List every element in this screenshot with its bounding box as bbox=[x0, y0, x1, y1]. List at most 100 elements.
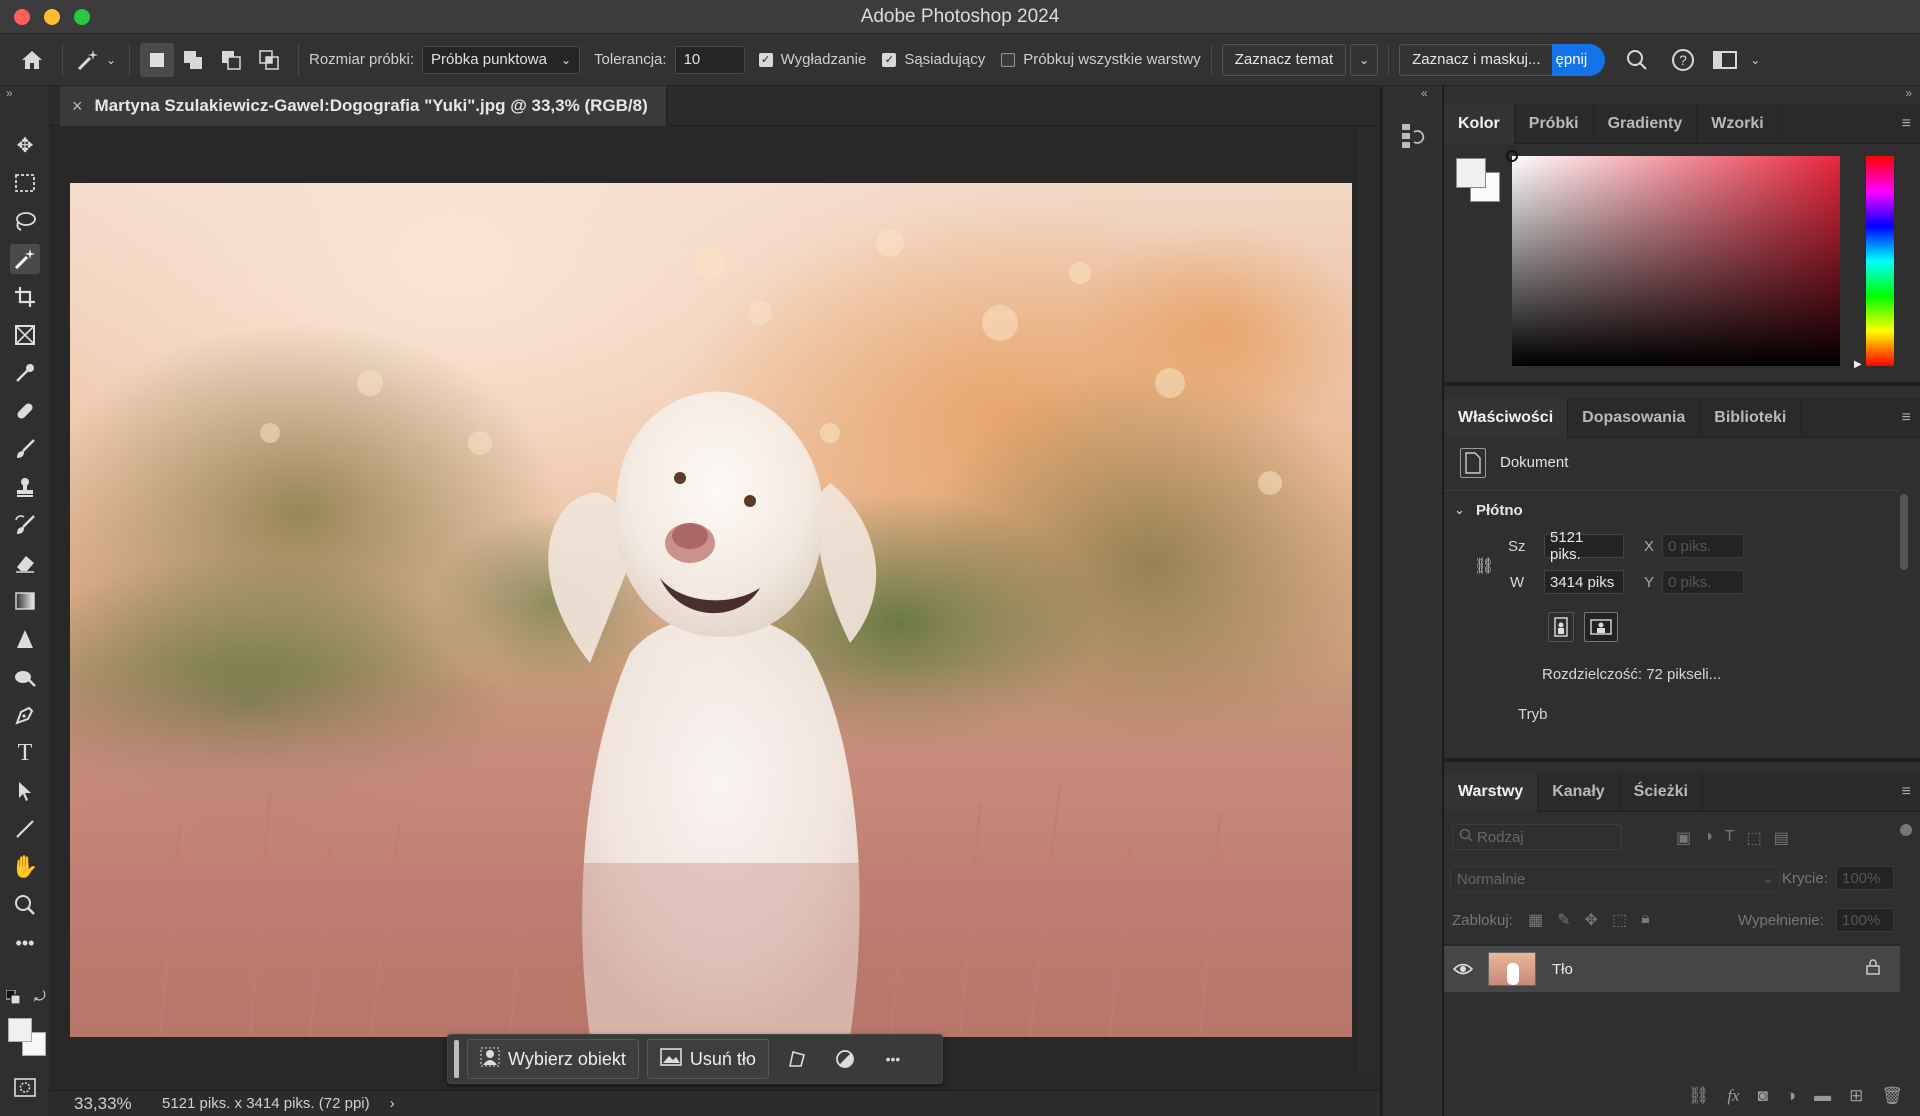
vertical-scrollbar[interactable] bbox=[1355, 126, 1380, 1074]
link-dimensions-icon[interactable]: ⛓ bbox=[1474, 556, 1494, 576]
new-selection-icon[interactable] bbox=[140, 42, 174, 77]
lock-pixels-icon[interactable]: ▦ bbox=[1528, 910, 1543, 930]
status-expand-icon[interactable]: › bbox=[390, 1095, 395, 1112]
zoom-tool-icon[interactable] bbox=[10, 890, 40, 920]
panel-menu-icon[interactable]: ≡ bbox=[1902, 783, 1911, 801]
new-layer-icon[interactable]: ⊞ bbox=[1849, 1086, 1863, 1106]
subtract-selection-icon[interactable] bbox=[212, 49, 250, 71]
landscape-orientation-icon[interactable] bbox=[1584, 612, 1618, 642]
home-icon[interactable] bbox=[12, 49, 52, 71]
trash-icon[interactable]: 🗑︎ bbox=[1881, 1086, 1903, 1106]
select-and-mask-button[interactable]: Zaznacz i maskuj... bbox=[1399, 43, 1554, 76]
marquee-tool-icon[interactable] bbox=[10, 168, 40, 198]
close-tab-icon[interactable]: × bbox=[72, 96, 83, 117]
dodge-tool-icon[interactable] bbox=[10, 662, 40, 692]
fill-input[interactable]: 100% bbox=[1836, 908, 1894, 932]
lock-paint-icon[interactable]: ✎ bbox=[1557, 910, 1570, 930]
swap-colors-icon[interactable]: ⤾ bbox=[34, 988, 46, 1005]
lock-all-icon[interactable]: 🔒︎ bbox=[1641, 910, 1650, 930]
smart-object-filter-icon[interactable]: ▤ bbox=[1774, 828, 1789, 848]
select-subject-menu-button[interactable]: ⌄ bbox=[1350, 43, 1379, 76]
drag-handle[interactable] bbox=[454, 1040, 459, 1078]
brush-tool-icon[interactable] bbox=[10, 434, 40, 464]
tab-paths[interactable]: Ścieżki bbox=[1620, 771, 1703, 812]
help-icon[interactable]: ? bbox=[1661, 48, 1705, 72]
antialias-checkbox[interactable]: ✓ bbox=[758, 52, 773, 67]
x-input[interactable]: 0 piks. bbox=[1662, 534, 1744, 558]
canvas-section-title[interactable]: Płótno bbox=[1476, 502, 1523, 519]
share-button[interactable]: ępnij bbox=[1551, 43, 1606, 76]
portrait-orientation-icon[interactable] bbox=[1548, 612, 1574, 642]
history-panel-icon[interactable] bbox=[1401, 122, 1425, 154]
eyedropper-tool-icon[interactable] bbox=[10, 358, 40, 388]
pen-tool-icon[interactable] bbox=[10, 700, 40, 730]
filter-toggle[interactable] bbox=[1900, 824, 1912, 836]
tab-patterns[interactable]: Wzorki bbox=[1697, 103, 1779, 144]
quick-mask-icon[interactable] bbox=[14, 1078, 36, 1102]
tab-gradients[interactable]: Gradienty bbox=[1594, 103, 1698, 144]
add-mask-icon[interactable]: ◙ bbox=[1758, 1086, 1768, 1106]
eraser-tool-icon[interactable] bbox=[10, 548, 40, 578]
path-select-tool-icon[interactable] bbox=[10, 776, 40, 806]
chevron-down-icon[interactable]: ⌄ bbox=[1745, 53, 1765, 67]
remove-background-button[interactable]: Usuń tło bbox=[646, 1039, 769, 1079]
expand-panel-icon[interactable]: » bbox=[6, 86, 13, 100]
adjustment-icon[interactable] bbox=[825, 1049, 865, 1069]
hand-tool-icon[interactable]: ✋ bbox=[10, 852, 40, 882]
transform-icon[interactable] bbox=[777, 1049, 817, 1069]
history-brush-tool-icon[interactable] bbox=[10, 510, 40, 540]
healing-tool-icon[interactable] bbox=[10, 396, 40, 426]
layer-filter-dropdown[interactable]: Rodzaj bbox=[1452, 824, 1622, 850]
color-picker-handle[interactable] bbox=[1506, 150, 1518, 162]
panel-menu-icon[interactable]: ≡ bbox=[1902, 409, 1911, 427]
line-tool-icon[interactable] bbox=[10, 814, 40, 844]
select-subject-button[interactable]: Zaznacz temat bbox=[1221, 43, 1347, 76]
canvas-height-input[interactable]: 3414 piks bbox=[1544, 570, 1624, 594]
stamp-tool-icon[interactable] bbox=[10, 472, 40, 502]
lock-artboard-icon[interactable]: ⬚ bbox=[1612, 910, 1627, 930]
more-tools-icon[interactable]: ••• bbox=[10, 928, 40, 958]
gradient-tool-icon[interactable] bbox=[10, 586, 40, 616]
sample-all-layers-checkbox[interactable] bbox=[1001, 52, 1016, 67]
blur-tool-icon[interactable] bbox=[10, 624, 40, 654]
type-filter-icon[interactable]: T bbox=[1725, 828, 1735, 848]
magic-wand-icon[interactable] bbox=[73, 48, 103, 72]
tab-swatches[interactable]: Próbki bbox=[1515, 103, 1594, 144]
fx-icon[interactable]: fx bbox=[1727, 1086, 1739, 1106]
tab-channels[interactable]: Kanały bbox=[1538, 771, 1620, 812]
frame-tool-icon[interactable] bbox=[10, 320, 40, 350]
color-field[interactable] bbox=[1506, 150, 1840, 366]
crop-tool-icon[interactable] bbox=[10, 282, 40, 312]
pixel-filter-icon[interactable]: ▣ bbox=[1676, 828, 1691, 848]
type-tool-icon[interactable]: T bbox=[10, 738, 40, 768]
default-colors-icon[interactable] bbox=[5, 989, 21, 1005]
adjustment-layer-icon[interactable]: ◑ bbox=[1786, 1086, 1796, 1106]
more-options-icon[interactable]: ••• bbox=[873, 1051, 913, 1067]
collapse-dock-icon[interactable]: « bbox=[1421, 86, 1428, 100]
eye-icon[interactable] bbox=[1444, 962, 1482, 976]
foreground-color-swatch[interactable] bbox=[8, 1018, 32, 1042]
magic-wand-tool-icon[interactable] bbox=[10, 244, 40, 274]
tab-libraries[interactable]: Biblioteki bbox=[1700, 397, 1802, 438]
contiguous-checkbox[interactable]: ✓ bbox=[882, 52, 897, 67]
link-layers-icon[interactable]: ⛓ bbox=[1688, 1086, 1710, 1106]
collapse-right-dock-icon[interactable]: » bbox=[1905, 86, 1912, 100]
hue-slider[interactable] bbox=[1866, 156, 1894, 366]
tolerance-input[interactable]: 10 bbox=[674, 45, 745, 74]
intersect-selection-icon[interactable] bbox=[250, 49, 288, 71]
tab-layers[interactable]: Warstwy bbox=[1444, 771, 1539, 812]
document-tab[interactable]: × Martyna Szulakiewicz-Gawel:Dogografia … bbox=[60, 86, 667, 126]
opacity-input[interactable]: 100% bbox=[1836, 866, 1894, 890]
foreground-color-swatch[interactable] bbox=[1456, 158, 1486, 188]
adjustment-filter-icon[interactable]: ◑ bbox=[1703, 828, 1713, 848]
lock-icon[interactable] bbox=[1866, 959, 1880, 979]
panel-menu-icon[interactable]: ≡ bbox=[1902, 115, 1911, 133]
add-selection-icon[interactable] bbox=[174, 49, 212, 71]
tab-adjustments[interactable]: Dopasowania bbox=[1568, 397, 1701, 438]
move-tool-icon[interactable]: ✥ bbox=[10, 130, 40, 160]
chevron-down-icon[interactable]: ⌄ bbox=[103, 53, 119, 67]
hue-slider-handle[interactable]: ▶ bbox=[1854, 359, 1862, 370]
zoom-level[interactable]: 33,33% bbox=[50, 1094, 134, 1114]
canvas-width-input[interactable]: 5121 piks. bbox=[1544, 529, 1624, 563]
y-input[interactable]: 0 piks. bbox=[1662, 570, 1744, 594]
